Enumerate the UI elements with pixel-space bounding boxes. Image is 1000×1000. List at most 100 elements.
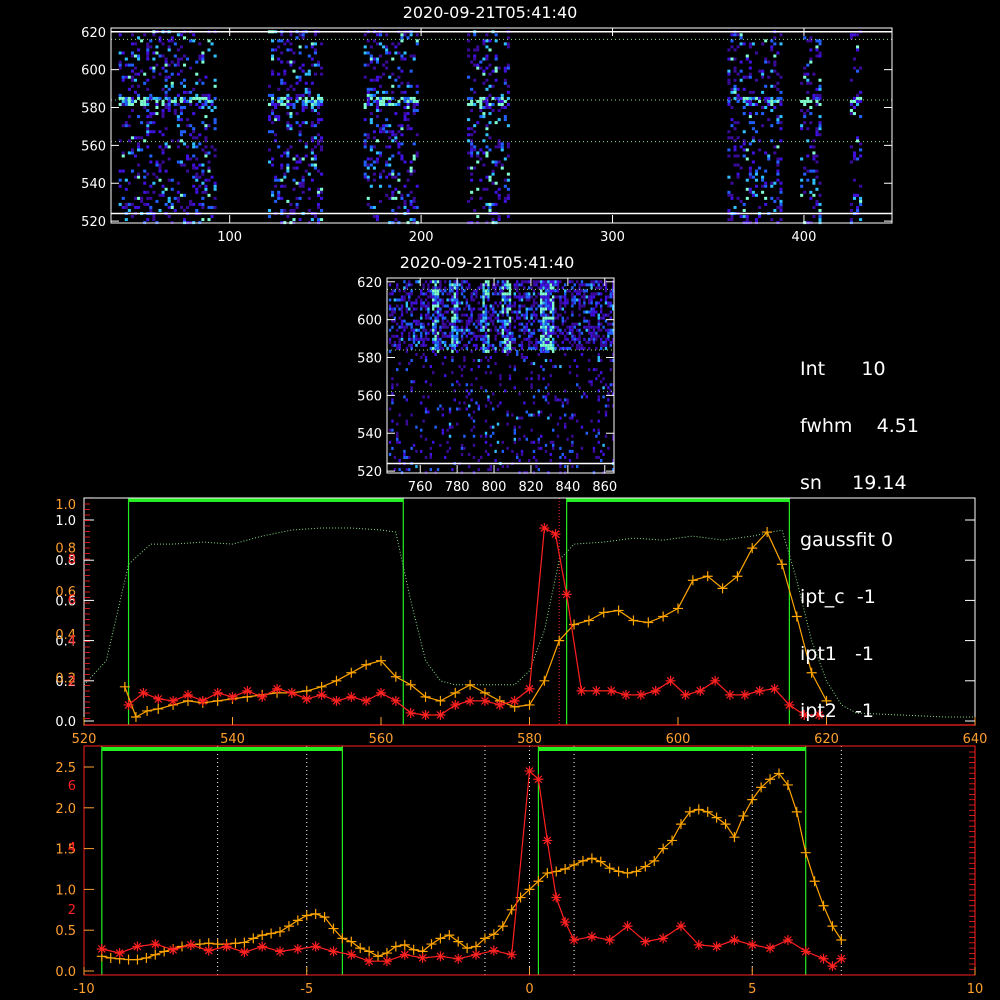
heatmap-pixel: [310, 136, 314, 140]
y-tick-label-red: 6: [68, 593, 76, 608]
heatmap-pixel: [432, 340, 435, 344]
heatmap-pixel: [587, 283, 591, 287]
heatmap-pixel: [441, 301, 445, 305]
heatmap-pixel: [179, 139, 183, 143]
star-marker: [272, 683, 283, 694]
heatmap-pixel: [511, 304, 514, 308]
heatmap-pixel: [400, 133, 404, 137]
heatmap-pixel: [363, 45, 367, 49]
heatmap-pixel: [369, 102, 373, 106]
heatmap-pixel: [590, 283, 593, 287]
heatmap-pixel: [400, 33, 404, 37]
heatmap-pixel: [304, 106, 308, 109]
heatmap-pixel: [164, 102, 168, 106]
heatmap-pixel: [480, 386, 483, 390]
heatmap-pixel: [436, 407, 440, 411]
heatmap-pixel: [815, 54, 819, 58]
heatmap-pixel: [382, 63, 386, 67]
heatmap-pixel: [800, 99, 804, 103]
heatmap-pixel: [800, 109, 804, 113]
heatmap-pixel: [475, 319, 478, 323]
heatmap-pixel: [779, 90, 783, 94]
heatmap-pixel: [441, 322, 445, 326]
heatmap-pixel: [415, 334, 418, 338]
heatmap-pixel: [542, 316, 545, 320]
heatmap-pixel: [484, 431, 488, 435]
heatmap-pixel: [776, 99, 780, 103]
heatmap-pixel: [485, 45, 489, 49]
heatmap-pixel: [182, 208, 187, 212]
heatmap-pixel: [409, 127, 413, 131]
heatmap-pixel: [730, 215, 734, 219]
heatmap-pixel: [563, 283, 567, 287]
heatmap-pixel: [463, 307, 466, 311]
heatmap-pixel: [575, 292, 579, 296]
heatmap-pixel: [146, 124, 150, 128]
plus-marker: [283, 921, 294, 932]
heatmap-pixel: [422, 301, 425, 305]
heatmap-pixel: [767, 157, 771, 161]
heatmap-pixel: [127, 75, 131, 79]
heatmap-pixel: [313, 136, 317, 140]
heatmap-pixel: [776, 51, 780, 55]
heatmap-pixel: [375, 157, 379, 161]
heatmap-pixel: [849, 202, 853, 206]
heatmap-pixel: [859, 184, 863, 188]
heatmap-pixel: [391, 196, 395, 200]
heatmap-pixel: [173, 196, 177, 200]
heatmap-pixel: [195, 187, 199, 191]
y-tick-label: 0.0: [55, 715, 76, 730]
heatmap-pixel: [727, 136, 731, 140]
heatmap-pixel: [547, 334, 550, 338]
heatmap-pixel: [453, 343, 457, 347]
heatmap-pixel: [397, 42, 401, 46]
heatmap-pixel: [167, 75, 171, 79]
heatmap-pixel: [375, 102, 379, 106]
heatmap-pixel: [167, 178, 171, 182]
heatmap-pixel: [201, 202, 205, 206]
star-marker: [212, 687, 223, 698]
heatmap-pixel: [307, 187, 311, 191]
heatmap-pixel: [532, 292, 536, 296]
heatmap-pixel: [745, 148, 749, 152]
heatmap-pixel: [410, 310, 413, 314]
heatmap-pixel: [489, 371, 493, 375]
heatmap-pixel: [818, 51, 822, 55]
heatmap-pixel: [484, 356, 488, 359]
heatmap-pixel: [506, 307, 509, 311]
heatmap-pixel: [316, 112, 321, 116]
plus-marker: [292, 915, 303, 926]
heatmap-pixel: [525, 377, 528, 381]
heatmap-pixel: [549, 292, 552, 296]
heatmap-pixel: [592, 292, 596, 296]
heatmap-pixel: [580, 295, 584, 299]
heatmap-pixel: [571, 295, 574, 299]
heatmap-pixel: [547, 295, 550, 299]
plus-marker: [631, 866, 642, 877]
x-tick-label: 100: [217, 230, 242, 245]
star-marker: [114, 948, 125, 959]
heatmap-pixel: [491, 109, 495, 113]
plus-marker: [560, 864, 571, 874]
plus-marker: [130, 711, 141, 722]
heatmap-pixel: [167, 45, 171, 49]
heatmap-pixel: [403, 57, 407, 61]
heatmap-pixel: [167, 102, 171, 106]
heatmap-pixel: [506, 66, 510, 70]
heatmap-pixel: [523, 295, 526, 299]
heatmap-pixel: [602, 316, 605, 320]
heatmap-pixel: [856, 69, 860, 73]
heatmap-pixel: [733, 205, 737, 209]
heatmap-pixel: [604, 434, 608, 438]
heatmap-pixel: [812, 178, 816, 182]
heatmap-pixel: [475, 343, 478, 347]
heatmap-pixel: [475, 401, 478, 405]
heatmap-pixel: [167, 196, 171, 200]
heatmap-pixel: [513, 340, 517, 344]
heatmap-pixel: [121, 78, 125, 82]
star-marker: [286, 687, 297, 698]
heatmap-pixel: [525, 437, 528, 441]
heatmap-pixel: [434, 425, 437, 429]
heatmap-pixel: [516, 452, 519, 456]
y-tick-label: 600: [357, 314, 382, 329]
